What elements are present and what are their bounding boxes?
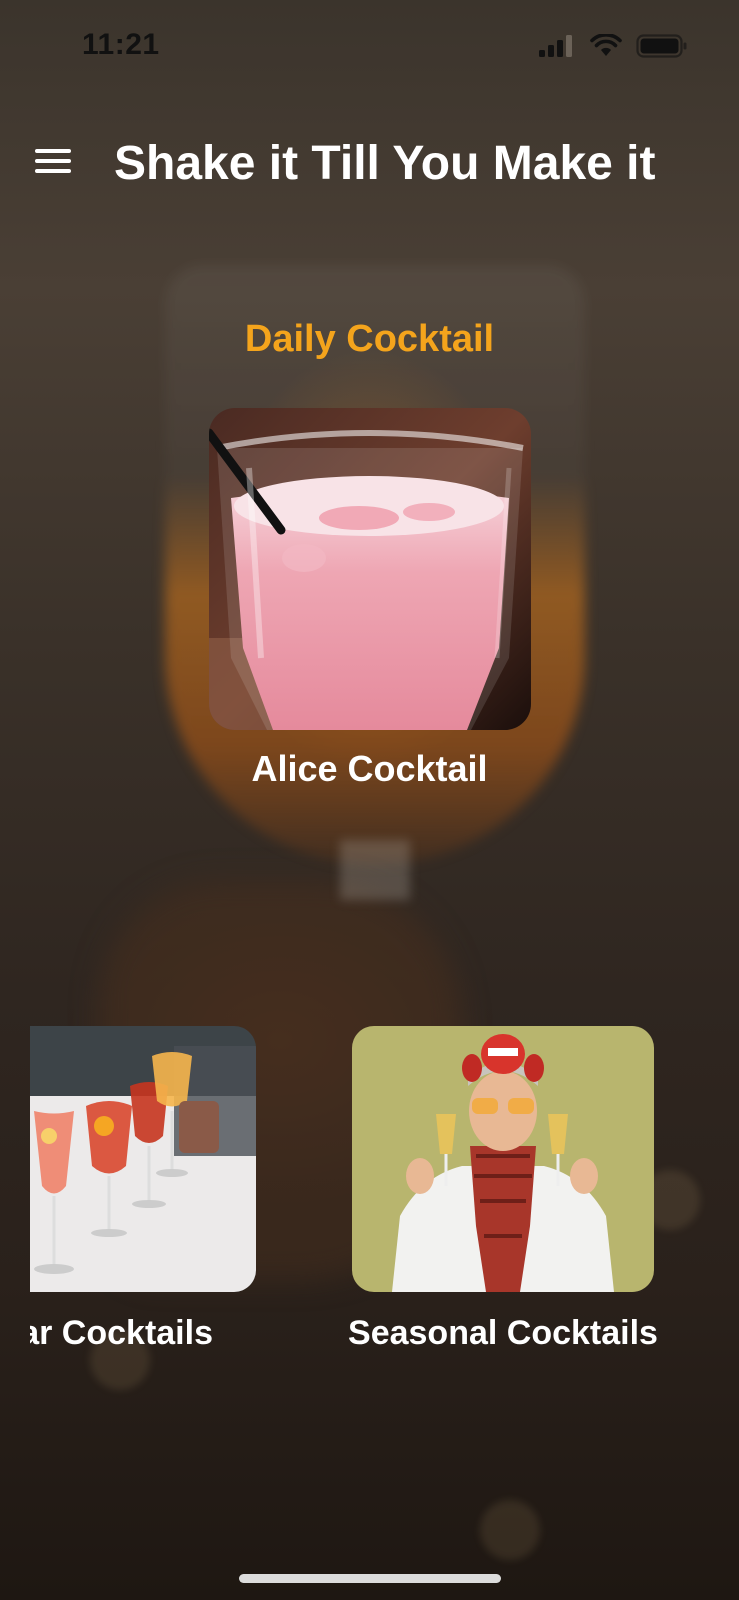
background-glass-stem (340, 840, 410, 900)
seasonal-cocktails-label: Seasonal Cocktails (348, 1314, 658, 1352)
home-indicator[interactable] (239, 1574, 501, 1583)
daily-cocktail-heading: Daily Cocktail (244, 318, 495, 360)
cellular-signal-icon (538, 34, 576, 58)
daily-cocktail-name: Alice Cocktail (251, 748, 488, 789)
popular-cocktails-card[interactable] (30, 1026, 256, 1292)
category-carousel[interactable]: ular Cocktails (30, 1026, 739, 1356)
app-title: Shake it Till You Make it (114, 137, 656, 190)
background-bokeh (480, 1500, 540, 1560)
hamburger-menu-icon (35, 148, 71, 174)
popular-cocktails-image (30, 1026, 256, 1292)
daily-cocktail-image (209, 408, 531, 730)
menu-button[interactable] (30, 138, 76, 184)
battery-icon (636, 34, 688, 58)
popular-cocktails-label: ular Cocktails (30, 1314, 213, 1352)
seasonal-cocktails-card[interactable] (352, 1026, 654, 1292)
status-time: 11:21 (82, 28, 160, 61)
status-bar: 11:21 (0, 0, 739, 100)
seasonal-cocktails-image (352, 1026, 654, 1292)
status-icons (538, 34, 688, 58)
daily-cocktail-card[interactable] (209, 408, 531, 730)
wifi-icon (590, 34, 622, 58)
app-screen: 11:21 Shake it Till You Make it Daily Co… (0, 0, 739, 1600)
